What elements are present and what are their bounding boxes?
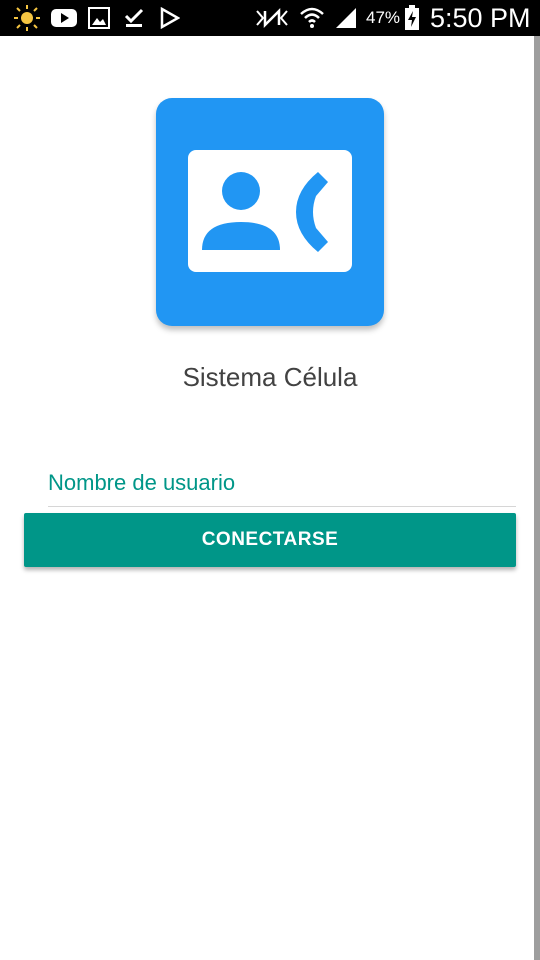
play-store-icon <box>158 0 182 36</box>
app-title: Sistema Célula <box>182 362 358 392</box>
battery-charging-icon <box>403 0 421 36</box>
nfc-icon <box>254 0 290 36</box>
youtube-icon <box>50 0 78 36</box>
contact-phone-icon <box>188 150 352 272</box>
battery-percent: 47% <box>366 8 401 27</box>
brightness-icon <box>12 0 42 36</box>
username-input[interactable] <box>48 460 516 507</box>
app-logo <box>156 98 384 326</box>
status-bar: 47% 5:50 PM <box>0 0 540 36</box>
scrollbar <box>534 36 540 960</box>
connect-button[interactable]: CONECTARSE <box>24 513 516 567</box>
clock: 5:50 PM <box>430 3 531 33</box>
wifi-icon <box>298 0 326 36</box>
signal-icon <box>333 0 359 36</box>
download-done-icon <box>122 0 146 36</box>
gallery-icon <box>87 0 111 36</box>
